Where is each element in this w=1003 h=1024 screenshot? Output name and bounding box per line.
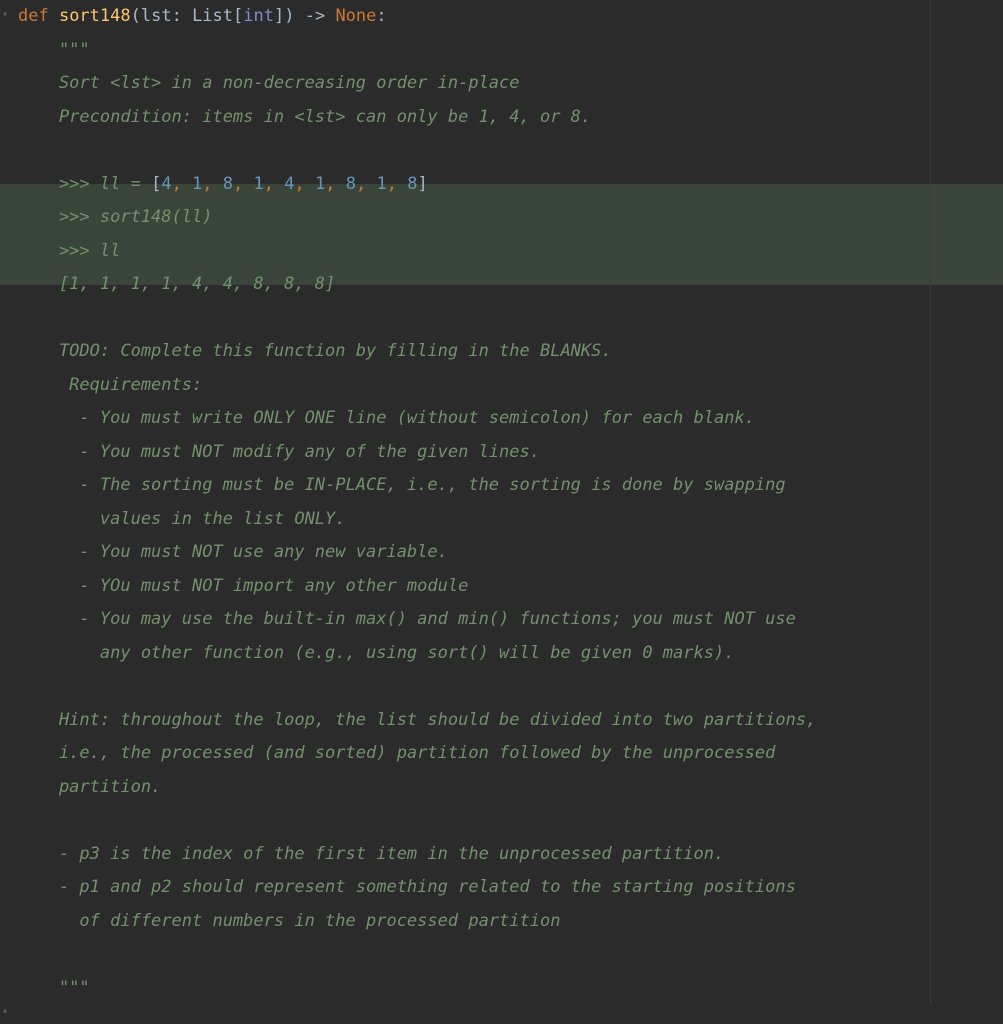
docstring-text: partition. [18,777,161,797]
doctest-result: [1, 1, 1, 1, 4, 4, 8, 8, 8] [18,274,335,294]
code-editor[interactable]: ▾ ▴ def sort148(lst: List[int]) -> None:… [0,0,1003,1005]
code-line[interactable] [18,134,1003,168]
comma: , [202,174,222,194]
number: 8 [346,174,356,194]
code-line[interactable]: def sort148(lst: List[int]) -> None: [18,0,1003,34]
docstring-text: - You must write ONLY ONE line (without … [18,408,755,428]
doctest-prefix: >>> ll = [18,174,151,194]
number: 4 [161,174,171,194]
code-line[interactable]: - p3 is the index of the first item in t… [18,838,1003,872]
code-line[interactable]: """ [18,34,1003,68]
docstring-text: - You may use the built-in max() and min… [18,609,796,629]
docstring-text: - p3 is the index of the first item in t… [18,844,724,864]
comma: , [295,174,315,194]
bracket: ] [417,174,427,194]
code-line[interactable]: of different numbers in the processed pa… [18,905,1003,939]
code-line[interactable]: - p1 and p2 should represent something r… [18,871,1003,905]
code-line[interactable]: - YOu must NOT import any other module [18,570,1003,604]
number: 8 [223,174,233,194]
docstring-text: - You must NOT use any new variable. [18,542,448,562]
number: 4 [284,174,294,194]
comma: , [325,174,345,194]
paren: ( [131,6,141,26]
docstring-text: - You must NOT modify any of the given l… [18,442,540,462]
fold-up-icon[interactable]: ▴ [2,1006,12,1016]
code-line[interactable]: partition. [18,771,1003,805]
comma: , [387,174,407,194]
docstring-text: - p1 and p2 should represent something r… [18,877,796,897]
docstring-text: i.e., the processed (and sorted) partiti… [18,743,775,763]
docstring-text: of different numbers in the processed pa… [18,911,560,931]
arrow: -> [294,6,335,26]
code-area[interactable]: def sort148(lst: List[int]) -> None: """… [0,0,1003,1005]
docstring-text: any other function (e.g., using sort() w… [18,643,734,663]
docstring-text: values in the list ONLY. [18,509,346,529]
code-line[interactable]: TODO: Complete this function by filling … [18,335,1003,369]
type-list: List [192,6,233,26]
comma: , [233,174,253,194]
code-line[interactable]: - The sorting must be IN-PLACE, i.e., th… [18,469,1003,503]
docstring-text: Requirements: [18,375,202,395]
code-line[interactable]: - You may use the built-in max() and min… [18,603,1003,637]
doctest-line: >>> sort148(ll) [18,207,212,227]
bracket: [ [233,6,243,26]
code-line[interactable] [18,804,1003,838]
docstring-text: - YOu must NOT import any other module [18,576,468,596]
code-line[interactable]: - You must NOT modify any of the given l… [18,436,1003,470]
docstring-text: Sort <lst> in a non-decreasing order in-… [18,73,520,93]
param-name: lst [141,6,172,26]
doctest-highlight [0,184,1003,285]
type-int: int [243,6,274,26]
code-line[interactable]: """ [18,972,1003,1006]
comma: , [172,174,192,194]
code-line[interactable]: Sort <lst> in a non-decreasing order in-… [18,67,1003,101]
return-type: None [335,6,376,26]
number: 1 [254,174,264,194]
comma: , [264,174,284,194]
code-line[interactable] [18,938,1003,972]
code-line[interactable] [18,670,1003,704]
def-colon: : [376,6,386,26]
code-line[interactable]: Precondition: items in <lst> can only be… [18,101,1003,135]
number: 1 [376,174,386,194]
code-line[interactable]: values in the list ONLY. [18,503,1003,537]
docstring-text: TODO: Complete this function by filling … [18,341,612,361]
def-keyword: def [18,6,59,26]
doctest-line: >>> ll [18,241,120,261]
code-line[interactable]: - You must NOT use any new variable. [18,536,1003,570]
comma: , [356,174,376,194]
docstring-text: Hint: throughout the loop, the list shou… [18,710,816,730]
colon: : [172,6,192,26]
code-line[interactable] [18,302,1003,336]
right-margin-guide [930,0,931,1005]
number: 8 [407,174,417,194]
code-line[interactable]: - You must write ONLY ONE line (without … [18,402,1003,436]
number: 1 [192,174,202,194]
code-line[interactable]: any other function (e.g., using sort() w… [18,637,1003,671]
code-line[interactable]: Requirements: [18,369,1003,403]
bracket: ] [274,6,284,26]
docstring-text: Precondition: items in <lst> can only be… [18,107,591,127]
code-line[interactable]: Hint: throughout the loop, the list shou… [18,704,1003,738]
bracket: [ [151,174,161,194]
function-name: sort148 [59,6,131,26]
docstring-close: """ [18,978,90,998]
code-line[interactable]: i.e., the processed (and sorted) partiti… [18,737,1003,771]
paren: ) [284,6,294,26]
docstring-open: """ [18,40,90,60]
number: 1 [315,174,325,194]
docstring-text: - The sorting must be IN-PLACE, i.e., th… [18,475,786,495]
